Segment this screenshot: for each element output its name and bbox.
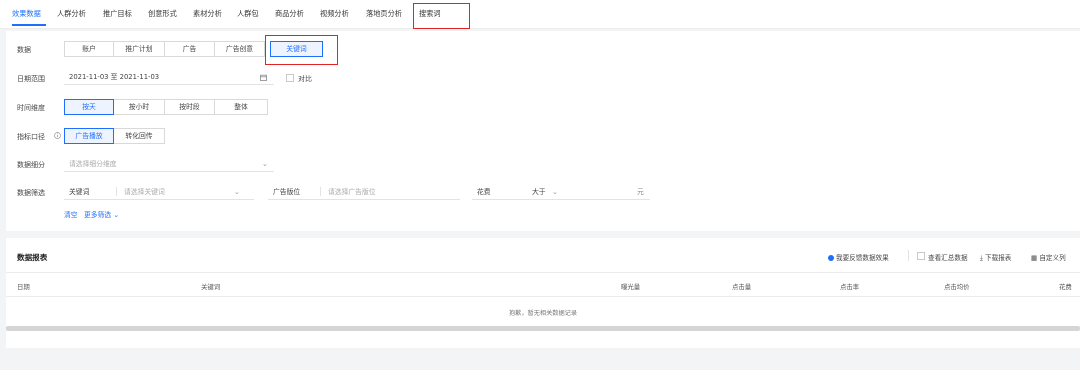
cost-unit: 元 (637, 188, 644, 196)
divider (6, 296, 1080, 297)
tab-audience-analysis[interactable]: 人群分析 (57, 8, 86, 20)
more-filters-label: 更多筛选 (84, 211, 112, 219)
compare-checkbox[interactable] (286, 74, 294, 82)
top-nav: 效果数据 人群分析 推广目标 创意形式 素材分析 人群包 商品分析 视频分析 落… (0, 0, 1080, 29)
field-divider (320, 187, 321, 196)
tab-product-analysis[interactable]: 商品分析 (275, 8, 304, 20)
download-label: 下载报表 (985, 254, 1012, 262)
tab-video-analysis[interactable]: 视频分析 (320, 8, 349, 20)
cost-operator[interactable]: 大于 (532, 184, 546, 200)
tab-effect-data[interactable]: 效果数据 (12, 8, 41, 20)
data-option-ad[interactable]: 广告 (164, 41, 215, 57)
breakdown-placeholder: 请选择细分维度 (69, 160, 117, 168)
tab-creative-format[interactable]: 创意形式 (148, 8, 177, 20)
granularity-option-day[interactable]: 按天 (64, 99, 114, 115)
data-option-account[interactable]: 账户 (64, 41, 114, 57)
column-header-date: 日期 (17, 283, 30, 291)
search-terms-highlight-box (413, 3, 470, 29)
breakdown-select[interactable]: 请选择细分维度 ⌄ (64, 156, 274, 172)
screening-label: 数据筛选 (17, 189, 45, 197)
custom-columns-label: 自定义列 (1039, 254, 1066, 262)
keyword-filter-label: 关键词 (69, 188, 90, 196)
granularity-option-overall[interactable]: 整体 (214, 99, 268, 115)
divider (6, 272, 1080, 273)
more-filters-link[interactable]: 更多筛选 ⌄ (84, 209, 119, 219)
compare-label: 对比 (298, 75, 312, 83)
tab-material-analysis[interactable]: 素材分析 (193, 8, 222, 20)
cost-filter-label: 花费 (477, 188, 491, 196)
data-option-campaign[interactable]: 推广计划 (113, 41, 165, 57)
clear-filters-link[interactable]: 清空 (64, 209, 78, 219)
feedback-icon (828, 255, 834, 261)
cost-filter[interactable]: 花费 大于 ⌄ 元 (472, 184, 650, 200)
chevron-down-icon: ⌄ (262, 160, 268, 168)
column-header-avg-cpc: 点击均价 (944, 283, 970, 291)
metric-option-conversion-callback[interactable]: 转化回传 (113, 128, 165, 144)
date-range-value: 2021-11-03 至 2021-11-03 (69, 73, 160, 81)
breakdown-label: 数据细分 (17, 161, 45, 169)
active-tab-indicator (12, 24, 46, 26)
tab-promotion-goal[interactable]: 推广目标 (103, 8, 132, 20)
divider (908, 250, 909, 261)
data-option-ad-creative[interactable]: 广告创意 (214, 41, 265, 57)
metric-option-ad-play[interactable]: 广告播放 (64, 128, 114, 144)
granularity-option-period[interactable]: 按时段 (164, 99, 215, 115)
tab-audience-pack[interactable]: 人群包 (237, 8, 259, 20)
granularity-option-hour[interactable]: 按小时 (113, 99, 165, 115)
report-panel: 数据报表 我要反馈数据效果 查看汇总数据 ⤓ 下载报表 ▦ 自定义列 日期 关键… (6, 238, 1080, 348)
chevron-down-icon: ⌄ (552, 188, 558, 196)
horizontal-scrollbar[interactable] (6, 326, 1080, 331)
summary-checkbox[interactable] (917, 252, 925, 260)
metric-basis-label: 指标口径 (17, 133, 45, 141)
column-header-impressions: 曝光量 (621, 283, 641, 291)
field-divider (116, 187, 117, 196)
data-label: 数据 (17, 46, 31, 54)
column-header-keyword: 关键词 (201, 283, 221, 291)
calendar-icon (260, 69, 267, 85)
empty-state-text: 抱歉，暂无相关数据记录 (508, 310, 578, 317)
columns-icon: ▦ (1031, 254, 1038, 262)
info-icon (54, 132, 61, 141)
report-title: 数据报表 (17, 253, 48, 262)
download-icon: ⤓ (980, 254, 983, 262)
feedback-label: 我要反馈数据效果 (836, 254, 889, 262)
data-option-keyword[interactable]: 关键词 (270, 41, 323, 57)
chevron-down-icon: ⌄ (113, 211, 120, 219)
download-report-button[interactable]: ⤓ 下载报表 (980, 252, 1011, 263)
chevron-down-icon: ⌄ (234, 188, 240, 196)
tab-landing-page-analysis[interactable]: 落地页分析 (366, 8, 402, 20)
placement-filter-select[interactable]: 广告版位 请选择广告版位 (268, 184, 460, 200)
column-header-clicks: 点击量 (732, 283, 752, 291)
date-range-input[interactable]: 2021-11-03 至 2021-11-03 (64, 69, 274, 85)
filter-panel: 数据 账户 推广计划 广告 广告创意 关键词 日期范围 2021-11-03 至… (6, 31, 1080, 231)
time-granularity-label: 时间维度 (17, 104, 45, 112)
keyword-filter-placeholder: 请选择关键词 (124, 188, 165, 196)
feedback-link[interactable]: 我要反馈数据效果 (828, 252, 889, 262)
column-header-cost: 花费 (1059, 283, 1072, 291)
date-range-label: 日期范围 (17, 75, 45, 83)
placement-filter-placeholder: 请选择广告版位 (328, 188, 376, 196)
column-header-ctr: 点击率 (840, 283, 860, 291)
custom-columns-button[interactable]: ▦ 自定义列 (1031, 252, 1066, 262)
placement-filter-label: 广告版位 (273, 188, 301, 196)
summary-label: 查看汇总数据 (928, 254, 968, 262)
keyword-filter-select[interactable]: 关键词 请选择关键词 ⌄ (64, 184, 254, 200)
